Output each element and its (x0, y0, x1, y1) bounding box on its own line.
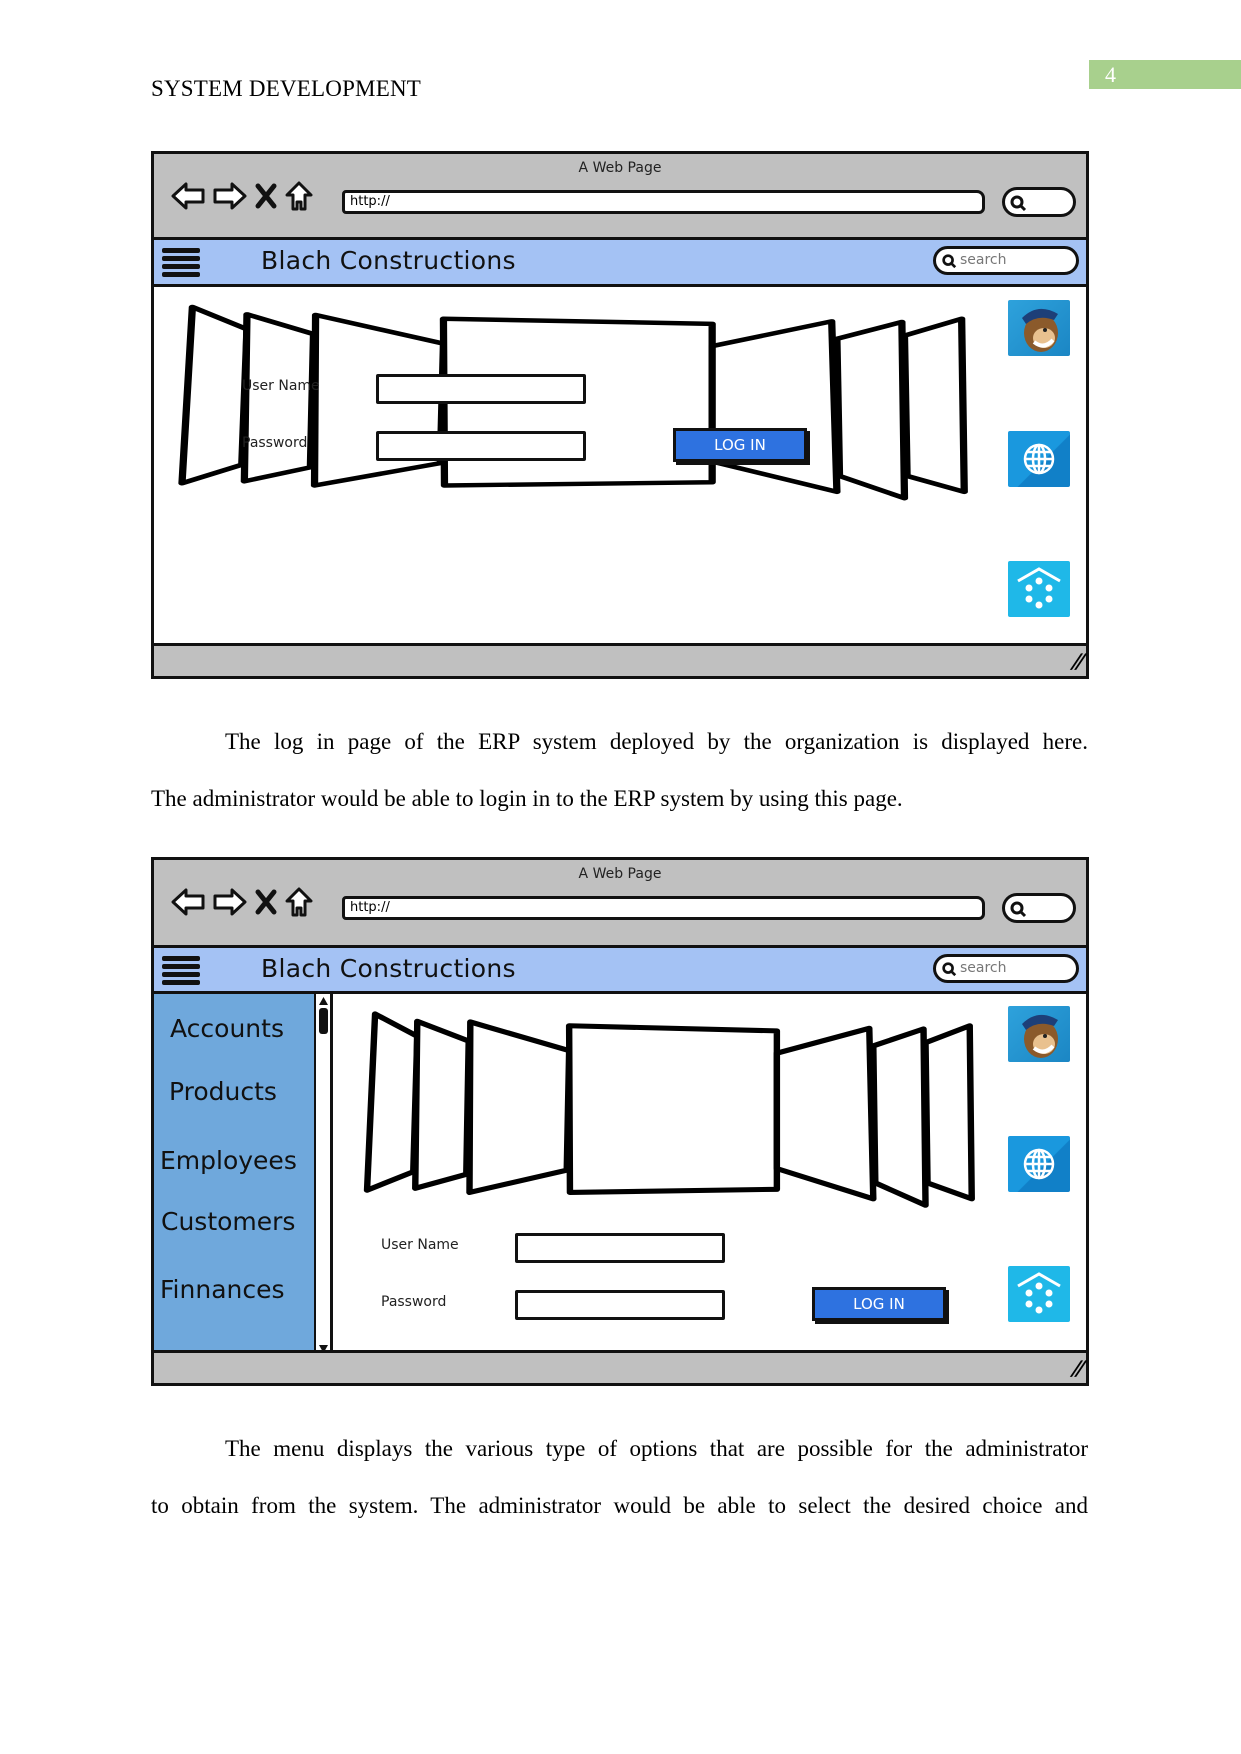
password-label: Password (242, 435, 308, 451)
username-input[interactable] (515, 1233, 725, 1263)
url-bar[interactable]: http:// (342, 896, 985, 920)
carousel-panel (900, 316, 968, 495)
search-placeholder: search (960, 960, 1007, 976)
browser-page-title: A Web Page (578, 866, 662, 882)
app-header: Blach Constructions search (154, 240, 1086, 287)
password-label: Password (381, 1294, 447, 1310)
forward-arrow-icon[interactable] (212, 886, 248, 918)
app-title: Blach Constructions (261, 954, 516, 983)
username-label: User Name (381, 1237, 459, 1253)
login-button[interactable]: LOG IN (812, 1287, 946, 1321)
paragraph-line: The log in page of the ERP system deploy… (225, 729, 1088, 754)
paragraph-login-description: The log in page of the ERP system deploy… (151, 713, 1088, 827)
url-bar[interactable]: http:// (342, 190, 985, 214)
paragraph-line: The menu displays the various type of op… (225, 1436, 1088, 1461)
carousel-panel (240, 312, 318, 484)
carousel-panel (412, 1018, 472, 1191)
browser-status-bar: // (154, 1350, 1086, 1383)
globe-icon[interactable] (1008, 1136, 1070, 1192)
browser-nav-icons (170, 886, 314, 918)
content-area: User Name Password LOG IN (154, 287, 1086, 649)
mailchimp-monkey-icon[interactable] (1008, 300, 1070, 356)
paragraph-line: to obtain from the system. The administr… (151, 1493, 1088, 1518)
content-area: Accounts Products Employees Customers Fi… (154, 994, 1086, 1356)
login-button[interactable]: LOG IN (673, 428, 807, 462)
forward-arrow-icon[interactable] (212, 180, 248, 212)
app-title: Blach Constructions (261, 246, 516, 275)
carousel-panel (708, 319, 841, 495)
search-placeholder: search (960, 252, 1007, 268)
launcher-home-icon[interactable] (1008, 1266, 1070, 1322)
browser-nav-icons (170, 180, 314, 212)
carousel-panel (870, 1026, 929, 1208)
sidebar-item-accounts[interactable]: Accounts (170, 1014, 314, 1043)
search-icon (941, 253, 957, 273)
carousel-panel (178, 304, 251, 486)
back-arrow-icon[interactable] (170, 886, 206, 918)
sidebar-item-finances[interactable]: Finnances (160, 1275, 314, 1304)
carousel-panel (833, 319, 909, 501)
page-number-box: 4 (1089, 60, 1241, 89)
carousel-panel (922, 1023, 975, 1202)
password-input[interactable] (376, 431, 586, 461)
password-input[interactable] (515, 1290, 725, 1320)
resize-grip-icon[interactable]: // (1069, 649, 1086, 673)
sidebar-item-employees[interactable]: Employees (160, 1146, 314, 1175)
globe-icon[interactable] (1008, 431, 1070, 487)
username-label: User Name (242, 378, 320, 394)
scroll-thumb[interactable] (319, 1008, 328, 1034)
browser-status-bar: // (154, 643, 1086, 676)
stop-icon[interactable] (254, 887, 278, 917)
resize-grip-icon[interactable]: // (1069, 1356, 1086, 1380)
browser-page-title: A Web Page (578, 160, 662, 176)
home-icon[interactable] (284, 886, 314, 918)
sidebar-item-customers[interactable]: Customers (161, 1207, 314, 1236)
username-input[interactable] (376, 374, 586, 404)
stop-icon[interactable] (254, 181, 278, 211)
carousel-panel (466, 1019, 573, 1196)
browser-search-field[interactable] (1002, 893, 1076, 923)
mailchimp-monkey-icon[interactable] (1008, 1006, 1070, 1062)
launcher-home-icon[interactable] (1008, 561, 1070, 617)
page-number: 4 (1105, 62, 1116, 87)
search-icon (1009, 194, 1027, 217)
app-search-input[interactable]: search (933, 246, 1079, 275)
paragraph-line: The administrator would be able to login… (151, 786, 903, 811)
hamburger-menu-icon[interactable] (162, 248, 200, 278)
app-search-input[interactable]: search (933, 954, 1079, 983)
sidebar-scrollbar[interactable] (316, 994, 333, 1356)
browser-search-field[interactable] (1002, 187, 1076, 217)
browser-toolbar: A Web Page http:// (154, 154, 1086, 240)
image-carousel[interactable] (357, 1006, 987, 1210)
carousel-center-panel (565, 1023, 781, 1196)
hamburger-menu-icon[interactable] (162, 956, 200, 986)
app-header: Blach Constructions search (154, 948, 1086, 994)
home-icon[interactable] (284, 180, 314, 212)
sidebar-menu: Accounts Products Employees Customers Fi… (154, 994, 316, 1356)
carousel-panel (363, 1011, 421, 1193)
search-icon (941, 961, 957, 981)
sidebar-item-products[interactable]: Products (169, 1077, 314, 1106)
scroll-up-arrow-icon[interactable] (318, 996, 329, 1006)
back-arrow-icon[interactable] (170, 180, 206, 212)
menu-page-mockup: A Web Page http:// Blach Constructions s… (151, 857, 1089, 1386)
browser-toolbar: A Web Page http:// (154, 860, 1086, 948)
carousel-panel (773, 1025, 877, 1202)
login-page-mockup: A Web Page http:// Blach Constructions s… (151, 151, 1089, 679)
running-head: SYSTEM DEVELOPMENT (151, 76, 422, 101)
search-icon (1009, 900, 1027, 923)
paragraph-menu-description: The menu displays the various type of op… (151, 1420, 1088, 1534)
